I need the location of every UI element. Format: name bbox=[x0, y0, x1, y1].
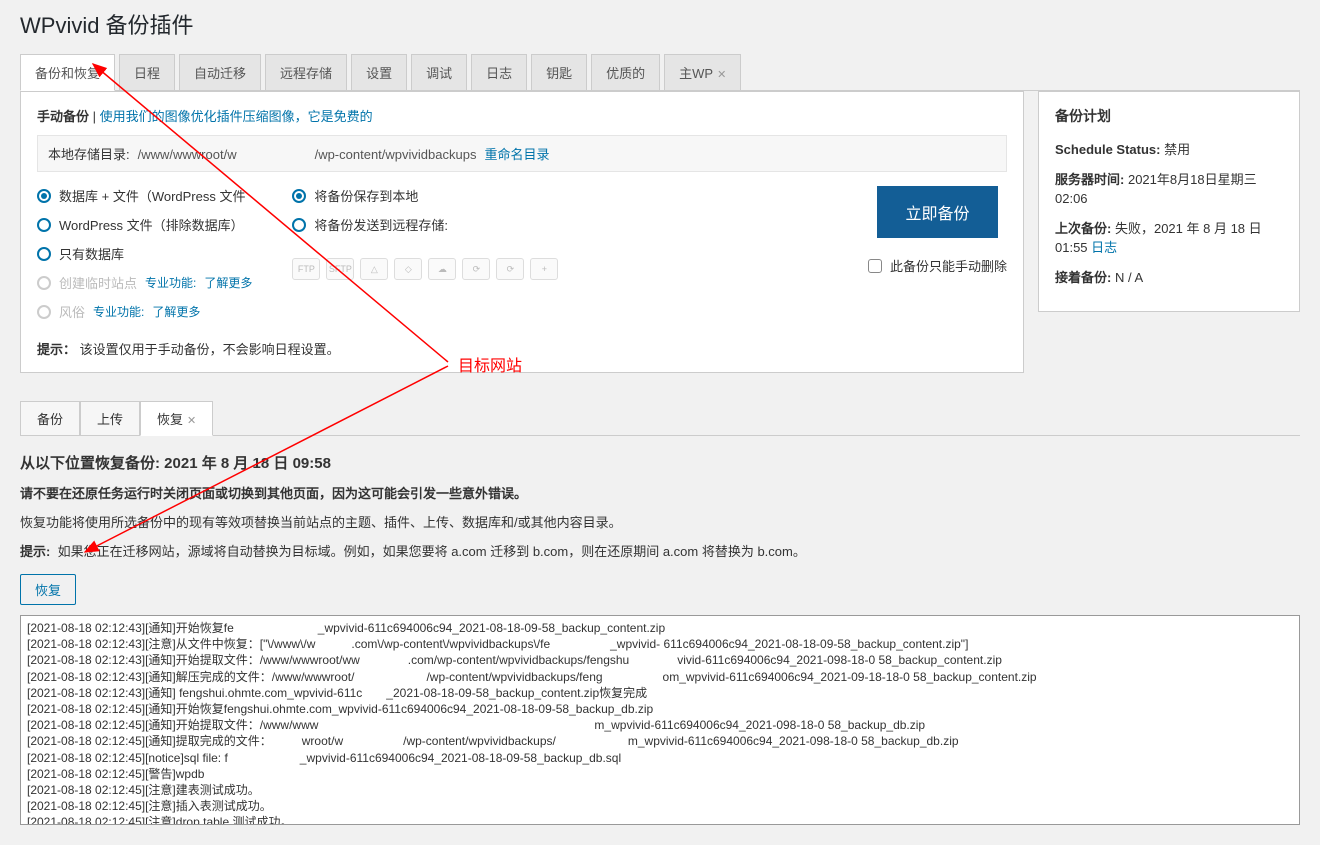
page-title: WPvivid 备份插件 bbox=[20, 8, 1300, 40]
sub-tab-backup[interactable]: 备份 bbox=[20, 401, 80, 435]
radio-send-remote[interactable] bbox=[292, 218, 306, 232]
close-icon[interactable]: ✕ bbox=[187, 415, 196, 427]
separator: | bbox=[93, 109, 96, 124]
tip-text: 该设置仅用于手动备份，不会影响日程设置。 bbox=[80, 342, 340, 357]
ftp-icon[interactable]: FTP bbox=[292, 258, 320, 280]
backup-what-group: 数据库 + 文件（WordPress 文件 WordPress 文件（排除数据库… bbox=[37, 186, 252, 321]
pcloud-icon[interactable]: ⟳ bbox=[496, 258, 524, 280]
sftp-icon[interactable]: SFTP bbox=[326, 258, 354, 280]
next-backup-value: N / A bbox=[1115, 270, 1143, 285]
tip-label: 提示： bbox=[37, 342, 76, 357]
backup-now-button[interactable]: 立即备份 bbox=[877, 186, 997, 238]
radio-db-only[interactable] bbox=[37, 247, 51, 261]
image-optimize-promo-link[interactable]: 使用我们的图像优化插件压缩图像，它是免费的 bbox=[100, 109, 373, 124]
radio-files-only-label: WordPress 文件（排除数据库） bbox=[59, 215, 244, 234]
tab-remote-storage[interactable]: 远程存储 bbox=[265, 54, 347, 90]
manual-backup-panel: 手动备份 | 使用我们的图像优化插件压缩图像，它是免费的 本地存储目录: /ww… bbox=[20, 91, 1024, 373]
onedrive-icon[interactable]: ☁ bbox=[428, 258, 456, 280]
tab-premium[interactable]: 优质的 bbox=[591, 54, 660, 90]
last-backup-label: 上次备份: bbox=[1055, 221, 1111, 236]
restore-log-output[interactable]: [2021-08-18 02:12:43][通知]开始恢复fe _wpvivid… bbox=[20, 615, 1300, 825]
tab-backup-restore[interactable]: 备份和恢复 bbox=[20, 54, 115, 91]
radio-custom-label: 风俗 bbox=[59, 302, 85, 321]
manual-delete-checkbox[interactable] bbox=[868, 259, 882, 273]
radio-send-remote-label: 将备份发送到远程存储: bbox=[314, 215, 448, 234]
learn-more-link[interactable]: 了解更多 bbox=[204, 274, 252, 291]
s3-icon[interactable]: ⟳ bbox=[462, 258, 490, 280]
tab-auto-migrate[interactable]: 自动迁移 bbox=[179, 54, 261, 90]
radio-save-local-label: 将备份保存到本地 bbox=[314, 186, 418, 205]
tab-mainwp[interactable]: 主WP ✕ bbox=[664, 54, 741, 90]
schedule-status-value: 禁用 bbox=[1164, 142, 1190, 157]
close-icon[interactable]: ✕ bbox=[717, 69, 726, 81]
schedule-panel: 备份计划 Schedule Status: 禁用 服务器时间: 2021年8月1… bbox=[1038, 91, 1300, 312]
radio-save-local[interactable] bbox=[292, 189, 306, 203]
path-value: /www/wwwroot/w /wp-content/wpvividbackup… bbox=[138, 144, 477, 163]
radio-db-only-label: 只有数据库 bbox=[59, 244, 124, 263]
backup-dest-group: 将备份保存到本地 将备份发送到远程存储: FTP SFTP △ ◇ ☁ ⟳ ⟳ … bbox=[292, 186, 558, 280]
manual-backup-title: 手动备份 bbox=[37, 109, 89, 124]
server-time-label: 服务器时间: bbox=[1055, 172, 1124, 187]
sub-tab-restore-label: 恢复 bbox=[157, 412, 183, 427]
last-backup-log-link[interactable]: 日志 bbox=[1091, 240, 1117, 255]
radio-custom bbox=[37, 305, 51, 319]
learn-more-link-2[interactable]: 了解更多 bbox=[152, 303, 200, 320]
schedule-title: 备份计划 bbox=[1055, 106, 1283, 126]
gdrive-icon[interactable]: △ bbox=[360, 258, 388, 280]
path-label: 本地存储目录: bbox=[48, 144, 130, 163]
rename-dir-link[interactable]: 重命名目录 bbox=[484, 144, 549, 163]
sub-tab-restore[interactable]: 恢复 ✕ bbox=[140, 401, 213, 436]
restore-heading: 从以下位置恢复备份: 2021 年 8 月 18 日 09:58 bbox=[20, 452, 1300, 473]
radio-staging-label: 创建临时站点 bbox=[59, 273, 137, 292]
dropbox-icon[interactable]: ◇ bbox=[394, 258, 422, 280]
pro-tag-2: 专业功能: bbox=[93, 303, 144, 320]
restore-description: 恢复功能将使用所选备份中的现有等效项替换当前站点的主题、插件、上传、数据库和/或… bbox=[20, 512, 1300, 531]
radio-staging bbox=[37, 276, 51, 290]
radio-files-only[interactable] bbox=[37, 218, 51, 232]
sub-tab-upload[interactable]: 上传 bbox=[80, 401, 140, 435]
tab-debug[interactable]: 调试 bbox=[411, 54, 467, 90]
remote-dest-icons: FTP SFTP △ ◇ ☁ ⟳ ⟳ + bbox=[292, 258, 558, 280]
manual-delete-label: 此备份只能手动删除 bbox=[890, 256, 1007, 275]
main-tab-row: 备份和恢复 日程 自动迁移 远程存储 设置 调试 日志 钥匙 优质的 主WP ✕ bbox=[20, 54, 1300, 91]
radio-db-and-files[interactable] bbox=[37, 189, 51, 203]
tab-keys[interactable]: 钥匙 bbox=[531, 54, 587, 90]
next-backup-label: 接着备份: bbox=[1055, 270, 1111, 285]
restore-warning: 请不要在还原任务运行时关闭页面或切换到其他页面，因为这可能会引发一些意外错误。 bbox=[20, 483, 1300, 502]
tab-logs[interactable]: 日志 bbox=[471, 54, 527, 90]
radio-db-and-files-label: 数据库 + 文件（WordPress 文件 bbox=[59, 186, 245, 205]
sub-tab-row: 备份 上传 恢复 ✕ bbox=[20, 401, 1300, 436]
backup-action-group: 立即备份 此备份只能手动删除 bbox=[868, 186, 1007, 275]
pro-tag: 专业功能: bbox=[145, 274, 196, 291]
schedule-status-label: Schedule Status: bbox=[1055, 142, 1160, 157]
tab-schedule[interactable]: 日程 bbox=[119, 54, 175, 90]
local-storage-path-bar: 本地存储目录: /www/wwwroot/w /wp-content/wpviv… bbox=[37, 135, 1007, 172]
tab-settings[interactable]: 设置 bbox=[351, 54, 407, 90]
add-remote-icon[interactable]: + bbox=[530, 258, 558, 280]
restore-tip: 提示: 如果您正在迁移网站，源域将自动替换为目标域。例如，如果您要将 a.com… bbox=[20, 541, 1300, 560]
restore-button[interactable]: 恢复 bbox=[20, 574, 76, 605]
tab-mainwp-label: 主WP bbox=[679, 66, 713, 81]
